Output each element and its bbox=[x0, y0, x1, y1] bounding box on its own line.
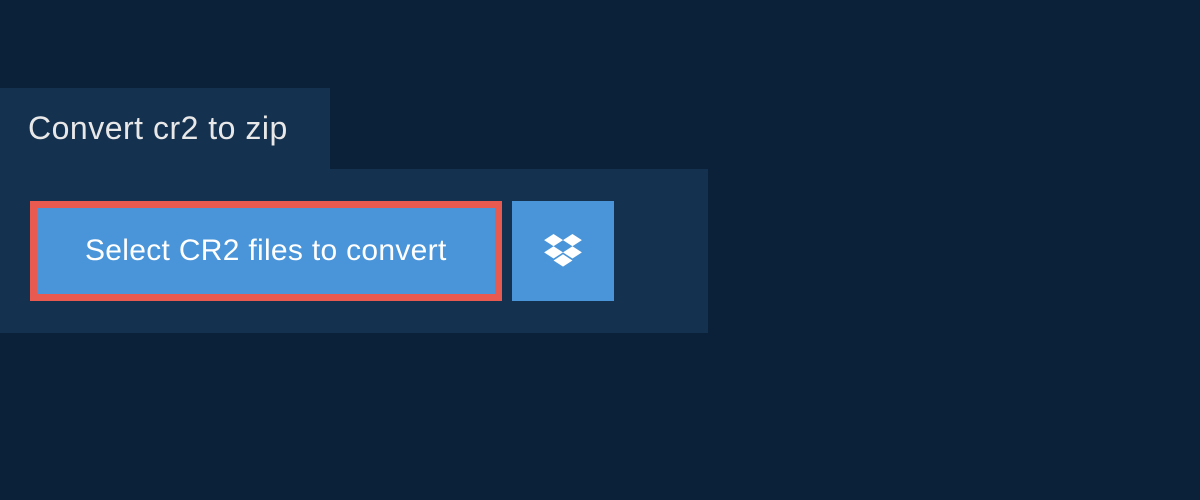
select-files-label: Select CR2 files to convert bbox=[85, 234, 447, 268]
select-files-button[interactable]: Select CR2 files to convert bbox=[30, 201, 502, 301]
dropbox-button[interactable] bbox=[512, 201, 614, 301]
tab-title: Convert cr2 to zip bbox=[28, 110, 288, 146]
convert-panel: Select CR2 files to convert bbox=[0, 169, 708, 333]
button-row: Select CR2 files to convert bbox=[30, 201, 678, 301]
tab-convert[interactable]: Convert cr2 to zip bbox=[0, 88, 330, 169]
dropbox-icon bbox=[544, 234, 582, 268]
tab-bar: Convert cr2 to zip bbox=[0, 0, 1200, 169]
